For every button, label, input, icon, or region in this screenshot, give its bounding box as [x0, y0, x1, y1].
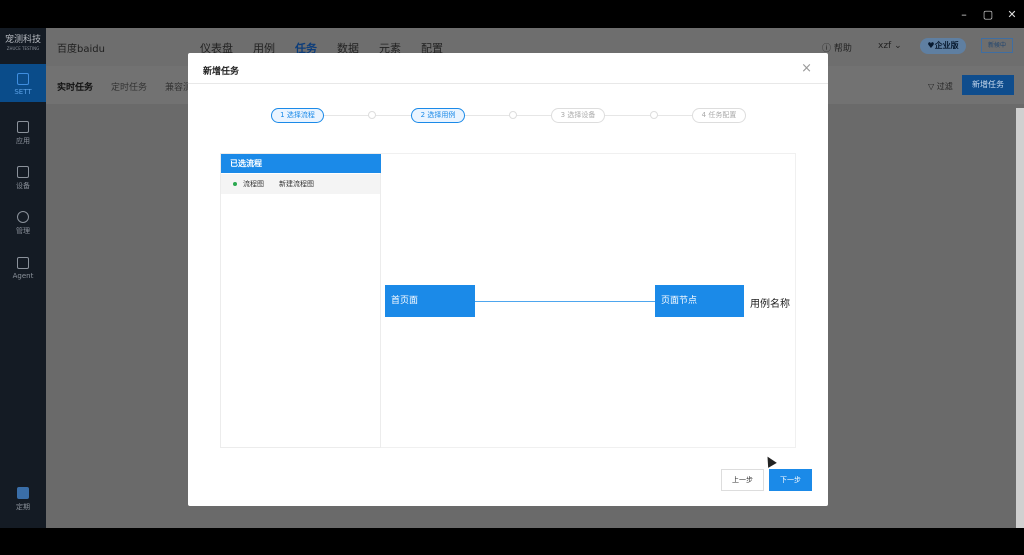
step-connector [465, 115, 551, 116]
close-icon[interactable]: × [801, 61, 812, 76]
user-menu[interactable]: xzf ⌄ [878, 41, 902, 51]
sidebar-item-device[interactable]: 设备 [0, 166, 46, 191]
logo-subtext: ZHUCE TESTING [6, 46, 40, 51]
sidebar-item-agent[interactable]: Agent [0, 257, 46, 280]
cube-icon [17, 121, 29, 133]
sidebar-item-app[interactable]: 应用 [0, 121, 46, 146]
divider [188, 83, 828, 84]
help-link[interactable]: ⓘ 帮助 [822, 41, 852, 54]
logo-text: 宠测科技 [4, 35, 41, 45]
step-dot [509, 111, 517, 119]
status-dot-icon [233, 182, 237, 186]
sidebar: 宠测科技 ZHUCE TESTING SETT 应用 设备 管理 Agent 定… [0, 28, 46, 528]
taskbar [0, 528, 1024, 555]
minimize-icon[interactable]: – [952, 8, 976, 21]
sidebar-item-label: 管理 [16, 227, 30, 235]
flow-node-home[interactable]: 首页面 [385, 285, 475, 317]
sidebar-item-manage[interactable]: 管理 [0, 211, 46, 236]
building-icon [17, 487, 29, 499]
new-task-button[interactable]: 新增任务 [962, 75, 1014, 95]
window-controls: – ▢ ✕ [952, 0, 1024, 28]
step-select-case[interactable]: 2 选择用例 [411, 108, 465, 123]
monitor-icon [17, 166, 29, 178]
case-name-label: 用例名称 [750, 299, 790, 310]
sidebar-item-label: SETT [14, 88, 32, 96]
upgrade-button[interactable]: 新候中 [981, 38, 1013, 53]
flow-panel-header: 已选流程 [221, 154, 381, 173]
step-select-device[interactable]: 3 选择设备 [551, 108, 605, 123]
step-select-flow[interactable]: 1 选择流程 [271, 108, 324, 123]
step-dot [650, 111, 658, 119]
sidebar-item-task[interactable]: SETT [0, 64, 46, 102]
flow-subname: 新建流程图 [279, 180, 314, 188]
window-titlebar: – ▢ ✕ [0, 0, 1024, 28]
tab-realtime[interactable]: 实时任务 [57, 80, 93, 93]
next-step-button[interactable]: 下一步 [769, 469, 812, 491]
sidebar-item-schedule[interactable]: 定期 [0, 487, 46, 512]
close-icon[interactable]: ✕ [1000, 8, 1024, 21]
step-task-config[interactable]: 4 任务配置 [692, 108, 746, 123]
logo: 宠测科技 ZHUCE TESTING [0, 36, 46, 51]
filter-button[interactable]: ▽ 过滤 [928, 81, 953, 92]
sidebar-item-label: Agent [12, 272, 34, 280]
flow-edge [475, 301, 655, 302]
restore-icon[interactable]: ▢ [976, 8, 1000, 21]
new-task-dialog: 新增任务 × 1 选择流程 2 选择用例 3 选择设备 4 任务配置 已选流程 … [188, 53, 828, 506]
edition-badge[interactable]: ♥企业版 [920, 38, 966, 54]
tab-scheduled[interactable]: 定时任务 [111, 80, 147, 93]
prev-step-button[interactable]: 上一步 [721, 469, 764, 491]
project-name[interactable]: 百度baidu [57, 40, 105, 55]
flow-canvas[interactable]: 首页面 页面节点 用例名称 [381, 153, 796, 448]
step-dot [368, 111, 376, 119]
sidebar-item-label: 定期 [16, 503, 30, 511]
flow-name: 流程图 [243, 180, 264, 188]
gear-icon [17, 211, 29, 223]
sidebar-item-label: 设备 [16, 182, 30, 190]
flow-node-page[interactable]: 页面节点 [655, 285, 744, 317]
scrollbar[interactable] [1016, 108, 1024, 528]
dialog-title: 新增任务 [203, 67, 240, 77]
selected-flow-panel: 已选流程 流程图 新建流程图 [220, 153, 381, 448]
step-connector [605, 115, 692, 116]
sidebar-item-label: 应用 [16, 137, 30, 145]
agent-icon [17, 257, 29, 269]
flow-list-item[interactable]: 流程图 新建流程图 [221, 174, 380, 194]
grid-icon [17, 73, 29, 85]
